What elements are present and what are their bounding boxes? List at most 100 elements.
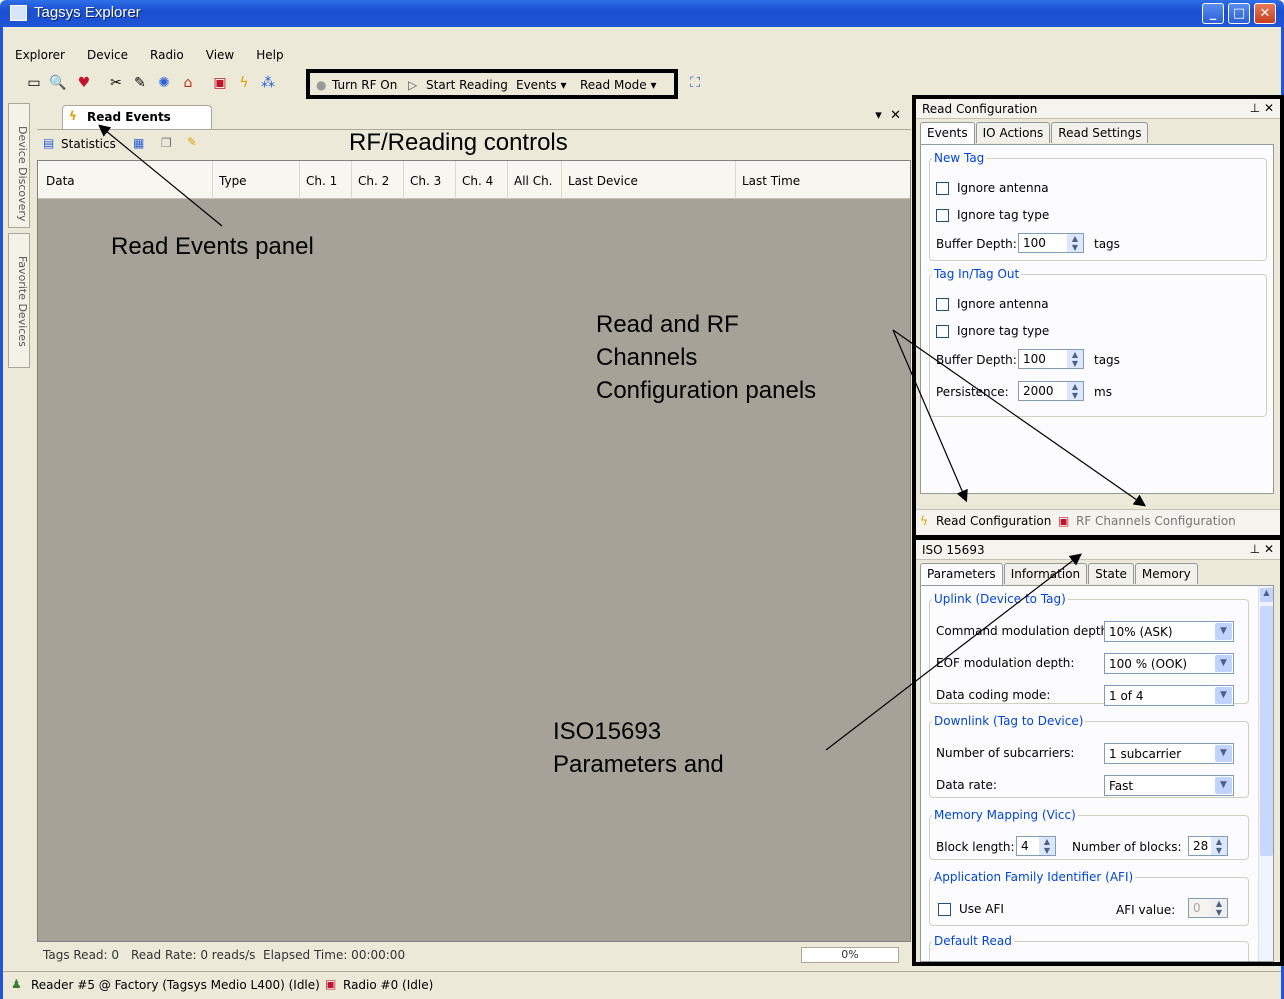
lightning-icon[interactable]: ϟ [235,74,253,92]
cmd-mod-select[interactable]: 10% (ASK) ▼ [1104,621,1234,642]
chevron-down-icon: ▼ [1215,655,1232,672]
vertical-scrollbar[interactable]: ▲ [1258,586,1273,961]
panel-header: Read Configuration ⊥ ✕ [916,99,1280,119]
ignore-tag-type-checkbox-2[interactable]: Ignore tag type [936,324,1049,338]
menu-device[interactable]: Device [75,45,138,62]
block-length-spinner[interactable]: 4 ▲ ▼ [1016,836,1056,856]
new-icon[interactable]: ▭ [25,74,43,92]
pin-close-icon[interactable]: ⊥ ✕ [1250,101,1274,115]
panel-close-icon[interactable]: ✕ [890,108,901,123]
search-icon[interactable]: 🔍 [49,74,67,92]
column-header[interactable]: Last Time [735,161,800,199]
tab-read-events[interactable]: ϟ Read Events [62,105,212,129]
annotation-line: Configuration panels [596,377,817,404]
column-header[interactable]: Type [212,161,247,199]
tab-io-actions[interactable]: IO Actions [975,122,1051,143]
tab-read-configuration[interactable]: Read Configuration [936,514,1051,528]
column-header[interactable]: Last Device [561,161,638,199]
use-afi-checkbox[interactable]: Use AFI [938,902,1004,916]
number-of-blocks-spinner[interactable]: 28 ▲ ▼ [1188,836,1228,856]
column-header[interactable]: Ch. 2 [351,161,389,199]
tab-favorite-devices[interactable]: Favorite Devices [8,233,30,368]
minimize-button[interactable]: _ [1202,3,1224,24]
menu-radio[interactable]: Radio [138,45,194,62]
tag-icon[interactable]: ✎ [131,74,149,92]
tab-state[interactable]: State [1088,563,1134,584]
read-config-title: Read Configuration [922,102,1038,116]
spinner-arrows-icon[interactable]: ▲ ▼ [1067,350,1083,368]
menu-help[interactable]: Help [244,45,293,62]
spinner-arrows-icon[interactable]: ▲ ▼ [1067,382,1083,400]
buffer-depth-value: 100 [1023,236,1046,250]
buffer-unit: tags [1094,237,1120,251]
close-button[interactable]: ✕ [1254,3,1276,24]
network-icon[interactable]: ⁂ [259,74,277,92]
tab-memory[interactable]: Memory [1134,563,1198,584]
statistics-button[interactable]: Statistics [61,137,116,151]
maximize-button[interactable]: □ [1228,3,1250,24]
title-bar[interactable]: Tagsys Explorer _ □ ✕ [0,0,1284,27]
data-rate-value: Fast [1109,779,1134,793]
column-header[interactable]: Ch. 4 [455,161,493,199]
column-header[interactable]: Data [40,161,75,199]
spinner-arrows-icon[interactable]: ▲ ▼ [1211,837,1227,855]
ignore-antenna-label: Ignore antenna [957,297,1049,311]
coding-select[interactable]: 1 of 4 ▼ [1104,685,1234,706]
tab-read-settings[interactable]: Read Settings [1051,122,1149,143]
tab-information[interactable]: Information [1003,563,1088,584]
tab-events[interactable]: Events [920,122,975,145]
ignore-antenna-checkbox-2[interactable]: Ignore antenna [936,297,1049,311]
coding-label: Data coding mode: [936,688,1051,702]
turn-rf-on-button[interactable]: Turn RF On [332,78,397,92]
read-mode-dropdown[interactable]: Read Mode ▾ [580,78,657,92]
radio-icon[interactable]: ▣ [211,74,229,92]
buffer-depth-spinner[interactable]: 100 ▲ ▼ [1018,233,1084,253]
home-icon[interactable]: ⌂ [179,74,197,92]
tab-device-discovery[interactable]: Device Discovery [8,103,30,228]
spinner-arrows-icon[interactable]: ▲ ▼ [1067,234,1083,252]
ignore-tag-type-checkbox[interactable]: Ignore tag type [936,208,1049,222]
menu-explorer[interactable]: Explorer [3,45,75,62]
menu-view[interactable]: View [194,45,244,62]
annotation-line: Read and RF [596,311,739,338]
copy-icon[interactable]: ❐ [161,136,172,150]
iso-tabs: Parameters Information State Memory [920,563,1199,586]
subcarriers-select[interactable]: 1 subcarrier ▼ [1104,743,1234,764]
fullscreen-icon[interactable]: ⛶ [686,74,704,92]
buffer-depth-spinner-2[interactable]: 100 ▲ ▼ [1018,349,1084,369]
eof-mod-select[interactable]: 100 % (OOK) ▼ [1104,653,1234,674]
tags-read: Tags Read: 0 [43,948,120,962]
reader-status[interactable]: Reader #5 @ Factory (Tagsys Medio L400) … [31,978,320,992]
tab-rf-channels-configuration[interactable]: RF Channels Configuration [1076,514,1236,528]
iso-title: ISO 15693 [922,543,985,557]
tab-parameters[interactable]: Parameters [920,563,1003,586]
downlink-legend: Downlink (Tag to Device) [934,714,1084,728]
column-header[interactable]: All Ch. [507,161,553,199]
app-icon [10,5,27,21]
read-events-table[interactable]: Data Type Ch. 1 Ch. 2 Ch. 3 Ch. 4 All Ch… [37,160,911,942]
events-dropdown[interactable]: Events ▾ [516,78,566,92]
data-rate-label: Data rate: [936,778,997,792]
clear-broom-icon[interactable]: ✎ [187,135,197,149]
data-rate-select[interactable]: Fast ▼ [1104,775,1234,796]
checkbox-box [938,903,951,916]
radio-status[interactable]: Radio #0 (Idle) [343,978,433,992]
persistence-spinner[interactable]: 2000 ▲ ▼ [1018,381,1084,401]
panel-menu-icon[interactable]: ▾ [875,108,882,123]
scroll-thumb[interactable] [1260,606,1273,856]
rf-reading-controls: ● Turn RF On ▷ Start Reading Events ▾ Re… [306,69,678,99]
main-status-bar: ♟ Reader #5 @ Factory (Tagsys Medio L400… [3,971,1281,999]
spinner-arrows-icon[interactable]: ▲ ▼ [1039,837,1055,855]
column-header[interactable]: Ch. 1 [299,161,337,199]
heart-icon[interactable]: ♥ [75,74,93,92]
ignore-antenna-checkbox[interactable]: Ignore antenna [936,181,1049,195]
afi-value-spinner[interactable]: 0 ▲ ▼ [1188,898,1228,918]
read-mode-label: Read Mode [580,78,647,92]
tools-icon[interactable]: ✂ [107,74,125,92]
scroll-up-icon[interactable]: ▲ [1260,588,1273,602]
start-reading-button[interactable]: Start Reading [426,78,508,92]
export-icon[interactable]: ▦ [133,136,144,150]
settings-icon[interactable]: ✺ [155,74,173,92]
column-header[interactable]: Ch. 3 [403,161,441,199]
pin-close-icon[interactable]: ⊥ ✕ [1250,542,1274,556]
